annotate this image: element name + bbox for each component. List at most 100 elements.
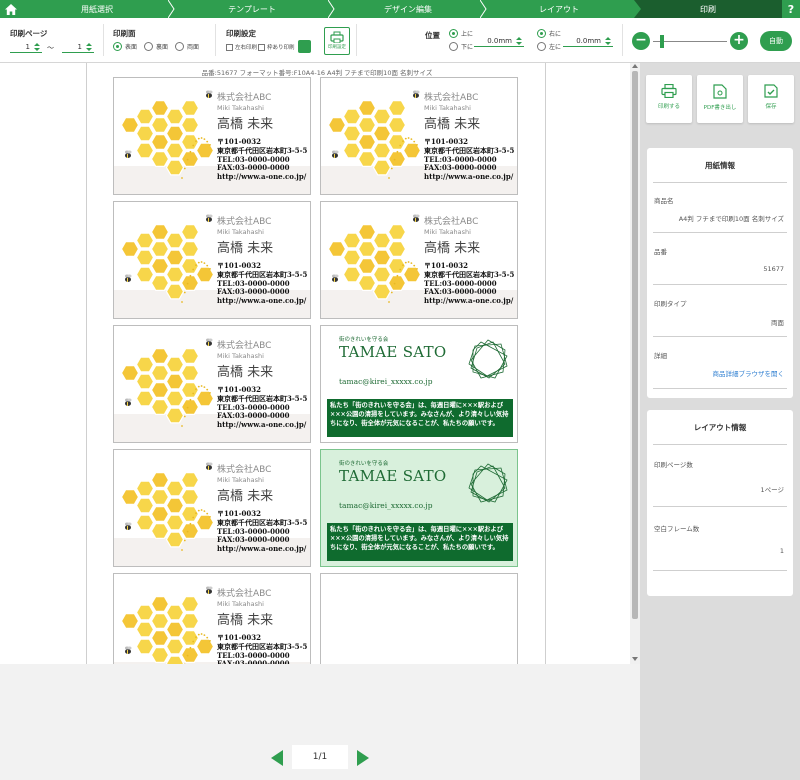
lr-print-checkbox[interactable]: 左右印刷 (226, 43, 257, 51)
zoom-in-button[interactable]: + (730, 32, 748, 50)
trail-dot (209, 640, 211, 642)
print-side-front-radio[interactable]: 表面 (113, 42, 137, 51)
divider (653, 336, 787, 337)
save-button[interactable]: 保存 (748, 75, 794, 123)
print-button[interactable]: 印刷する (646, 75, 692, 123)
print-type-value: 両面 (771, 319, 784, 327)
trail-dot (399, 144, 402, 147)
product-detail-link[interactable]: 商品詳細ブラウザを開く (713, 368, 785, 378)
trail-dot (186, 282, 189, 285)
trail-dot (209, 392, 211, 394)
trail-dot (189, 522, 192, 525)
print-side-both-radio[interactable]: 両面 (175, 42, 199, 51)
business-card-back[interactable]: 街のきれいを守る会 TAMAE SATO tamac@kirei_xxxxx.c… (320, 325, 518, 443)
next-page-icon[interactable] (357, 750, 369, 766)
spinner-icon[interactable] (85, 42, 93, 52)
trail-dot (192, 392, 195, 395)
honeycomb-cell (135, 249, 155, 266)
print-pages-label: 印刷ページ数 (654, 461, 693, 469)
honeycomb-cell (165, 249, 185, 266)
honeycomb-cell (372, 159, 392, 176)
radio-dot (144, 42, 153, 51)
honeycomb-cell (180, 365, 200, 381)
business-card-back[interactable]: 街のきれいを守る会 TAMAE SATO tamac@kirei_xxxxx.c… (320, 449, 518, 567)
honeycomb-cell (387, 151, 407, 167)
print-settings-button[interactable]: 印刷設定 (324, 27, 350, 55)
scroll-down-icon[interactable] (632, 657, 638, 661)
trail-dot (402, 264, 404, 266)
step-template[interactable]: テンプレート (172, 0, 332, 18)
trail-dot (192, 144, 195, 147)
step-layout[interactable]: レイアウト (484, 0, 634, 18)
position-down-radio[interactable]: 下に (449, 42, 473, 51)
business-card[interactable]: 株式会社ABC Miki Takahashi 高橋 未来 〒101-0032 東… (113, 573, 311, 664)
trail-dot (206, 140, 209, 143)
trail-dot (189, 150, 192, 153)
print-page-to-input[interactable]: 1 (62, 41, 94, 53)
frame-print-checkbox[interactable]: 枠あり印刷 (258, 43, 295, 51)
checkbox-box (226, 43, 233, 51)
person-name: 高橋 未来 (217, 613, 274, 628)
radio-dot (537, 42, 546, 51)
honeycomb-cell (120, 241, 140, 257)
printer-icon (661, 84, 677, 98)
trail-dot (388, 177, 390, 179)
zoom-slider-handle[interactable] (660, 35, 665, 48)
print-pages-value: 1ページ (760, 486, 784, 494)
vertical-offset-input[interactable]: 0.0mm (474, 35, 524, 47)
person-romaji: Miki Takahashi (217, 228, 264, 236)
honeycomb-cell (402, 142, 422, 159)
business-card[interactable]: 株式会社ABC Miki Takahashi 高橋 未来 〒101-0032 東… (113, 325, 311, 443)
step-print[interactable]: 印刷 (634, 0, 782, 18)
divider (653, 182, 787, 183)
honeycomb-cell (180, 506, 200, 522)
position-left-radio[interactable]: 左に (537, 42, 561, 51)
business-card[interactable]: 株式会社ABC Miki Takahashi 高橋 未来 〒101-0032 東… (113, 201, 311, 319)
auto-zoom-button[interactable]: 自動 (760, 31, 792, 51)
pdf-export-button[interactable]: PDF書き出し (697, 75, 743, 123)
business-card[interactable]: 株式会社ABC Miki Takahashi 高橋 未来 〒101-0032 東… (113, 77, 311, 195)
right-panel: 印刷する PDF書き出し 保存 用紙情報 商品名 A4判 フチまで印刷10面 名… (640, 63, 800, 780)
honeycomb-cell (135, 621, 155, 638)
person-romaji: Miki Takahashi (217, 352, 264, 360)
trail-dot (399, 268, 402, 271)
zoom-out-button[interactable]: − (632, 32, 650, 50)
bee-icon (206, 462, 213, 470)
home-icon[interactable] (0, 0, 22, 18)
position-right-radio[interactable]: 右に (537, 29, 561, 38)
step-design-edit[interactable]: デザイン編集 (332, 0, 484, 18)
position-up-radio[interactable]: 上に (449, 29, 473, 38)
business-card[interactable]: 株式会社ABC Miki Takahashi 高橋 未来 〒101-0032 東… (320, 201, 518, 319)
horizontal-offset-input[interactable]: 0.0mm (563, 35, 613, 47)
website: http://www.a-one.co.jp/ (424, 296, 514, 306)
vertical-scrollbar[interactable] (630, 63, 640, 664)
website: http://www.a-one.co.jp/ (217, 420, 307, 430)
trail-dot (192, 516, 195, 519)
radio-label: 左に (549, 44, 562, 51)
scrollbar-thumb[interactable] (632, 71, 638, 619)
spinner-icon[interactable] (515, 36, 523, 46)
trail-dot (181, 177, 183, 179)
scroll-up-icon[interactable] (632, 64, 638, 68)
trail-dot (200, 137, 203, 139)
business-card[interactable]: 株式会社ABC Miki Takahashi 高橋 未来 〒101-0032 東… (113, 449, 311, 567)
step-paper-select[interactable]: 用紙選択 (22, 0, 172, 18)
trail-dot (206, 636, 209, 639)
honeycomb-cell (150, 100, 170, 116)
empty-frame[interactable] (320, 573, 518, 664)
print-page-from-value: 1 (25, 42, 30, 51)
trail-dot (197, 633, 200, 636)
honeycomb-cell (165, 108, 185, 125)
business-card[interactable]: 株式会社ABC Miki Takahashi 高橋 未来 〒101-0032 東… (320, 77, 518, 195)
honeycomb-cell (135, 232, 155, 249)
spinner-icon[interactable] (33, 42, 41, 52)
radio-label: 下に (461, 44, 474, 51)
spinner-icon[interactable] (604, 36, 612, 46)
help-button[interactable]: ? (782, 0, 800, 18)
contact-address: 〒101-0032 東京都千代田区岩本町3-5-5 TEL:03-0000-00… (217, 633, 307, 664)
print-side-back-radio[interactable]: 裏面 (144, 42, 168, 51)
print-page-from-input[interactable]: 1 (10, 41, 42, 53)
trail-dot (189, 398, 192, 401)
color-swatch[interactable] (298, 40, 311, 53)
prev-page-icon[interactable] (271, 750, 283, 766)
